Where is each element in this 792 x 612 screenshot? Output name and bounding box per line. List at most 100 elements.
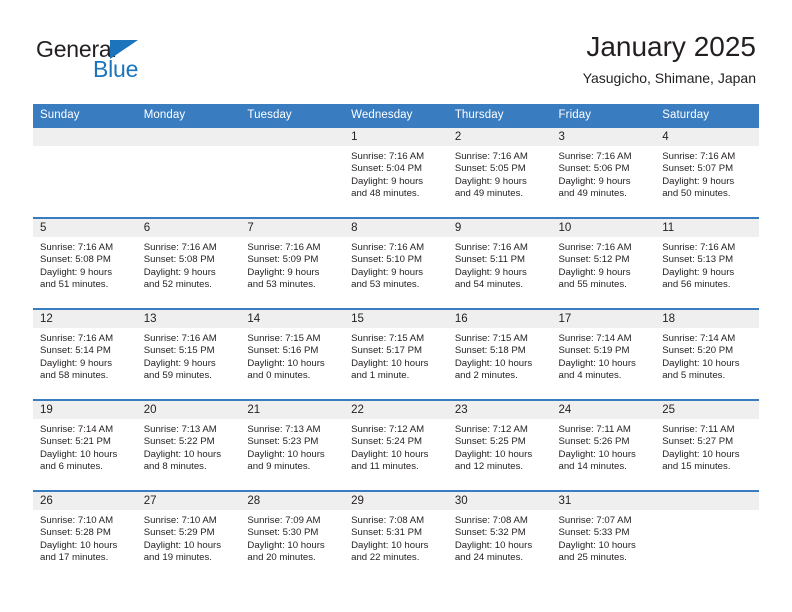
day-number: 7 xyxy=(240,219,345,237)
day-cell[interactable]: 13 Sunrise: 7:16 AM Sunset: 5:15 PM Dayl… xyxy=(136,308,241,400)
sunset-text: Sunset: 5:04 PM xyxy=(351,163,423,175)
day-cell[interactable]: 31 Sunrise: 7:07 AM Sunset: 5:33 PM Dayl… xyxy=(551,490,656,581)
sunrise-text: Sunrise: 7:16 AM xyxy=(662,242,736,253)
sunset-text: Sunset: 5:30 PM xyxy=(247,527,319,539)
daylight-text-line2: and 48 minutes. xyxy=(351,188,420,200)
day-cell[interactable]: 19 Sunrise: 7:14 AM Sunset: 5:21 PM Dayl… xyxy=(33,399,137,491)
day-cell[interactable] xyxy=(136,126,241,218)
day-number: 29 xyxy=(344,492,448,510)
day-cell[interactable]: 2 Sunrise: 7:16 AM Sunset: 5:05 PM Dayli… xyxy=(447,126,552,218)
sunset-text: Sunset: 5:12 PM xyxy=(558,254,630,266)
day-cell[interactable]: 4 Sunrise: 7:16 AM Sunset: 5:07 PM Dayli… xyxy=(655,126,759,218)
day-cell[interactable]: 6 Sunrise: 7:16 AM Sunset: 5:08 PM Dayli… xyxy=(136,217,241,309)
sunrise-text: Sunrise: 7:10 AM xyxy=(40,515,114,526)
sunset-text: Sunset: 5:21 PM xyxy=(40,436,111,448)
daylight-text-line1: Daylight: 10 hours xyxy=(143,448,222,460)
day-cell[interactable]: 7 Sunrise: 7:16 AM Sunset: 5:09 PM Dayli… xyxy=(240,217,345,309)
daylight-text-line2: and 19 minutes. xyxy=(143,552,212,564)
day-details: Sunrise: 7:08 AM Sunset: 5:31 PM Dayligh… xyxy=(344,510,448,565)
sunrise-text: Sunrise: 7:14 AM xyxy=(40,424,114,435)
sunrise-text: Sunrise: 7:08 AM xyxy=(454,515,528,526)
sunrise-text: Sunrise: 7:16 AM xyxy=(351,242,425,253)
daylight-text-line1: Daylight: 10 hours xyxy=(247,357,325,369)
sunset-text: Sunset: 5:23 PM xyxy=(247,436,319,448)
day-cell[interactable]: 10 Sunrise: 7:16 AM Sunset: 5:12 PM Dayl… xyxy=(551,217,656,309)
day-cell[interactable]: 26 Sunrise: 7:10 AM Sunset: 5:28 PM Dayl… xyxy=(33,490,137,581)
day-cell[interactable]: 8 Sunrise: 7:16 AM Sunset: 5:10 PM Dayli… xyxy=(344,217,448,309)
day-cell[interactable]: 20 Sunrise: 7:13 AM Sunset: 5:22 PM Dayl… xyxy=(136,399,241,491)
sunrise-text: Sunrise: 7:11 AM xyxy=(662,424,735,435)
day-cell[interactable]: 18 Sunrise: 7:14 AM Sunset: 5:20 PM Dayl… xyxy=(655,308,759,400)
day-cell[interactable]: 23 Sunrise: 7:12 AM Sunset: 5:25 PM Dayl… xyxy=(447,399,552,491)
day-cell[interactable]: 24 Sunrise: 7:11 AM Sunset: 5:26 PM Dayl… xyxy=(551,399,656,491)
day-number: 1 xyxy=(344,128,448,146)
daylight-text-line2: and 49 minutes. xyxy=(558,188,627,200)
day-cell[interactable]: 5 Sunrise: 7:16 AM Sunset: 5:08 PM Dayli… xyxy=(33,217,137,309)
day-number: 6 xyxy=(136,219,241,237)
day-details: Sunrise: 7:16 AM Sunset: 5:05 PM Dayligh… xyxy=(448,146,552,201)
weekday-header-monday: Monday xyxy=(136,104,241,127)
daylight-text-line1: Daylight: 10 hours xyxy=(143,539,222,551)
brand-logo[interactable]: General Blue xyxy=(36,38,236,86)
page-header: General Blue January 2025 Yasugicho, Shi… xyxy=(0,0,792,104)
daylight-text-line2: and 2 minutes. xyxy=(454,370,518,382)
day-details: Sunrise: 7:12 AM Sunset: 5:24 PM Dayligh… xyxy=(344,419,448,474)
daylight-text-line1: Daylight: 10 hours xyxy=(558,539,636,551)
day-cell[interactable]: 27 Sunrise: 7:10 AM Sunset: 5:29 PM Dayl… xyxy=(136,490,241,581)
day-cell[interactable]: 21 Sunrise: 7:13 AM Sunset: 5:23 PM Dayl… xyxy=(240,399,345,491)
daylight-text-line1: Daylight: 10 hours xyxy=(40,448,118,460)
day-number: 31 xyxy=(551,492,656,510)
weekday-header-wednesday: Wednesday xyxy=(344,104,448,127)
day-cell[interactable] xyxy=(33,126,137,218)
daylight-text-line1: Daylight: 9 hours xyxy=(351,266,424,278)
calendar-week-row: 26 Sunrise: 7:10 AM Sunset: 5:28 PM Dayl… xyxy=(33,490,759,581)
day-details xyxy=(655,510,759,515)
daylight-text-line1: Daylight: 10 hours xyxy=(558,448,636,460)
daylight-text-line2: and 5 minutes. xyxy=(662,370,726,382)
daylight-text-line2: and 0 minutes. xyxy=(247,370,311,382)
day-cell[interactable]: 17 Sunrise: 7:14 AM Sunset: 5:19 PM Dayl… xyxy=(551,308,656,400)
day-cell[interactable]: 1 Sunrise: 7:16 AM Sunset: 5:04 PM Dayli… xyxy=(344,126,448,218)
daylight-text-line1: Daylight: 10 hours xyxy=(454,448,533,460)
weekday-header-friday: Friday xyxy=(551,104,656,127)
day-number xyxy=(33,128,137,146)
day-cell[interactable]: 9 Sunrise: 7:16 AM Sunset: 5:11 PM Dayli… xyxy=(447,217,552,309)
daylight-text-line1: Daylight: 10 hours xyxy=(351,539,429,551)
day-cell[interactable]: 30 Sunrise: 7:08 AM Sunset: 5:32 PM Dayl… xyxy=(447,490,552,581)
day-cell[interactable]: 15 Sunrise: 7:15 AM Sunset: 5:17 PM Dayl… xyxy=(344,308,448,400)
daylight-text-line1: Daylight: 9 hours xyxy=(247,266,320,278)
day-cell[interactable]: 12 Sunrise: 7:16 AM Sunset: 5:14 PM Dayl… xyxy=(33,308,137,400)
daylight-text-line2: and 17 minutes. xyxy=(40,552,109,564)
sunrise-text: Sunrise: 7:12 AM xyxy=(454,424,528,435)
day-details: Sunrise: 7:16 AM Sunset: 5:10 PM Dayligh… xyxy=(344,237,448,292)
sunset-text: Sunset: 5:08 PM xyxy=(143,254,215,266)
day-cell[interactable]: 29 Sunrise: 7:08 AM Sunset: 5:31 PM Dayl… xyxy=(344,490,448,581)
day-cell[interactable]: 16 Sunrise: 7:15 AM Sunset: 5:18 PM Dayl… xyxy=(447,308,552,400)
day-cell[interactable]: 14 Sunrise: 7:15 AM Sunset: 5:16 PM Dayl… xyxy=(240,308,345,400)
daylight-text-line1: Daylight: 9 hours xyxy=(454,266,527,278)
day-cell[interactable]: 28 Sunrise: 7:09 AM Sunset: 5:30 PM Dayl… xyxy=(240,490,345,581)
day-details: Sunrise: 7:16 AM Sunset: 5:09 PM Dayligh… xyxy=(240,237,344,292)
day-details: Sunrise: 7:16 AM Sunset: 5:08 PM Dayligh… xyxy=(137,237,241,292)
sunset-text: Sunset: 5:19 PM xyxy=(558,345,630,357)
day-details: Sunrise: 7:09 AM Sunset: 5:30 PM Dayligh… xyxy=(240,510,344,565)
day-details xyxy=(33,146,137,151)
daylight-text-line2: and 51 minutes. xyxy=(40,279,109,291)
day-cell[interactable]: 25 Sunrise: 7:11 AM Sunset: 5:27 PM Dayl… xyxy=(655,399,759,491)
day-cell[interactable] xyxy=(240,126,345,218)
day-cell[interactable] xyxy=(655,490,759,581)
sunrise-text: Sunrise: 7:10 AM xyxy=(143,515,217,526)
day-cell[interactable]: 22 Sunrise: 7:12 AM Sunset: 5:24 PM Dayl… xyxy=(344,399,448,491)
day-details: Sunrise: 7:10 AM Sunset: 5:29 PM Dayligh… xyxy=(137,510,241,565)
sunset-text: Sunset: 5:14 PM xyxy=(40,345,111,357)
day-cell[interactable]: 11 Sunrise: 7:16 AM Sunset: 5:13 PM Dayl… xyxy=(655,217,759,309)
title-block: January 2025 Yasugicho, Shimane, Japan xyxy=(583,30,756,87)
day-cell[interactable]: 3 Sunrise: 7:16 AM Sunset: 5:06 PM Dayli… xyxy=(551,126,656,218)
sunrise-text: Sunrise: 7:14 AM xyxy=(558,333,632,344)
sunset-text: Sunset: 5:15 PM xyxy=(143,345,215,357)
sunset-text: Sunset: 5:31 PM xyxy=(351,527,423,539)
day-number: 9 xyxy=(447,219,552,237)
daylight-text-line2: and 52 minutes. xyxy=(143,279,212,291)
day-number: 28 xyxy=(240,492,345,510)
sunrise-text: Sunrise: 7:16 AM xyxy=(351,151,425,162)
